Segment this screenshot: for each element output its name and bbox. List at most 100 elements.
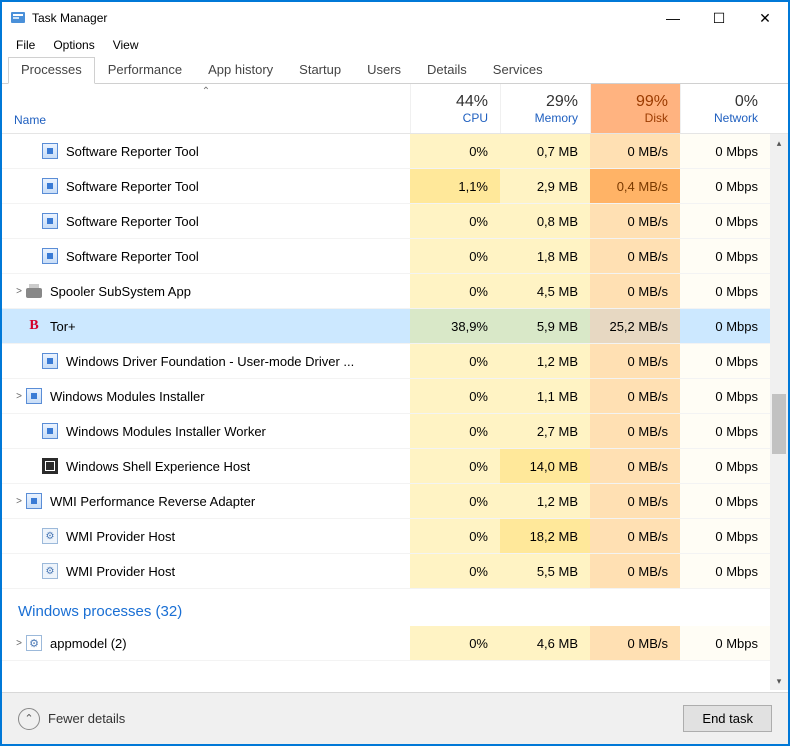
- table-row[interactable]: Windows Shell Experience Host0%14,0 MB0 …: [2, 449, 770, 484]
- table-row[interactable]: Windows Driver Foundation - User-mode Dr…: [2, 344, 770, 379]
- close-button[interactable]: ✕: [742, 2, 788, 34]
- disk-cell: 0 MB/s: [590, 554, 680, 588]
- cpu-cell: 38,9%: [410, 309, 500, 343]
- table-row[interactable]: Software Reporter Tool0%0,8 MB0 MB/s0 Mb…: [2, 204, 770, 239]
- tab-details[interactable]: Details: [414, 57, 480, 84]
- scroll-thumb[interactable]: [772, 394, 786, 454]
- name-cell: Software Reporter Tool: [2, 248, 410, 264]
- menu-options[interactable]: Options: [45, 36, 102, 54]
- name-cell: > Windows Modules Installer: [2, 388, 410, 404]
- memory-cell: 5,5 MB: [500, 554, 590, 588]
- name-cell: > WMI Performance Reverse Adapter: [2, 493, 410, 509]
- expand-icon[interactable]: >: [12, 638, 26, 649]
- tab-startup[interactable]: Startup: [286, 57, 354, 84]
- cpu-total: 44%: [415, 93, 488, 111]
- table-row[interactable]: BTor+38,9%5,9 MB25,2 MB/s0 Mbps: [2, 309, 770, 344]
- network-cell: 0 Mbps: [680, 344, 770, 378]
- network-cell: 0 Mbps: [680, 134, 770, 168]
- titlebar: Task Manager — ☐ ✕: [2, 2, 788, 34]
- process-name: WMI Performance Reverse Adapter: [50, 494, 255, 509]
- table-row[interactable]: Software Reporter Tool1,1%2,9 MB0,4 MB/s…: [2, 169, 770, 204]
- disk-cell: 0 MB/s: [590, 239, 680, 273]
- scroll-up-icon[interactable]: ▴: [770, 134, 788, 152]
- column-cpu[interactable]: 44% CPU: [410, 84, 500, 133]
- memory-cell: 4,6 MB: [500, 626, 590, 660]
- table-row[interactable]: Windows Modules Installer Worker0%2,7 MB…: [2, 414, 770, 449]
- name-cell: Windows Modules Installer Worker: [2, 423, 410, 439]
- table-row[interactable]: >Windows Modules Installer0%1,1 MB0 MB/s…: [2, 379, 770, 414]
- disk-cell: 0 MB/s: [590, 204, 680, 238]
- column-name[interactable]: ⌃ Name: [2, 84, 410, 133]
- memory-total: 29%: [505, 93, 578, 111]
- sort-indicator-icon: ⌃: [202, 86, 210, 97]
- tab-services[interactable]: Services: [480, 57, 556, 84]
- network-cell: 0 Mbps: [680, 204, 770, 238]
- table-row[interactable]: Software Reporter Tool0%0,7 MB0 MB/s0 Mb…: [2, 134, 770, 169]
- column-name-label: Name: [14, 113, 398, 127]
- expand-icon[interactable]: >: [12, 496, 26, 507]
- cpu-label: CPU: [415, 111, 488, 125]
- memory-cell: 2,9 MB: [500, 169, 590, 203]
- app-default-icon: [42, 213, 58, 229]
- group-header: Windows processes (32): [2, 589, 770, 626]
- memory-cell: 1,2 MB: [500, 484, 590, 518]
- disk-cell: 0 MB/s: [590, 484, 680, 518]
- menu-view[interactable]: View: [105, 36, 147, 54]
- tab-processes[interactable]: Processes: [8, 57, 95, 84]
- app-default-icon: [42, 423, 58, 439]
- process-name: Windows Shell Experience Host: [66, 459, 250, 474]
- tab-app-history[interactable]: App history: [195, 57, 286, 84]
- memory-label: Memory: [505, 111, 578, 125]
- menu-file[interactable]: File: [8, 36, 43, 54]
- network-cell: 0 Mbps: [680, 309, 770, 343]
- window-title: Task Manager: [32, 11, 650, 25]
- scrollbar[interactable]: ▴ ▾: [770, 134, 788, 690]
- menubar: File Options View: [2, 34, 788, 56]
- end-task-button[interactable]: End task: [683, 705, 772, 732]
- chevron-up-icon: ⌃: [18, 708, 40, 730]
- fewer-details-button[interactable]: ⌃ Fewer details: [18, 708, 683, 730]
- table-row[interactable]: >Spooler SubSystem App0%4,5 MB0 MB/s0 Mb…: [2, 274, 770, 309]
- network-cell: 0 Mbps: [680, 626, 770, 660]
- cpu-cell: 0%: [410, 379, 500, 413]
- name-cell: WMI Provider Host: [2, 563, 410, 579]
- process-name: Software Reporter Tool: [66, 214, 199, 229]
- column-disk[interactable]: 99% Disk: [590, 84, 680, 133]
- disk-cell: 0 MB/s: [590, 449, 680, 483]
- process-name: Software Reporter Tool: [66, 249, 199, 264]
- process-name: Windows Driver Foundation - User-mode Dr…: [66, 354, 354, 369]
- table-row[interactable]: Software Reporter Tool0%1,8 MB0 MB/s0 Mb…: [2, 239, 770, 274]
- app-default-icon: [42, 248, 58, 264]
- disk-cell: 0 MB/s: [590, 626, 680, 660]
- minimize-button[interactable]: —: [650, 2, 696, 34]
- process-list: Software Reporter Tool0%0,7 MB0 MB/s0 Mb…: [2, 134, 788, 690]
- network-cell: 0 Mbps: [680, 449, 770, 483]
- expand-icon[interactable]: >: [12, 286, 26, 297]
- name-cell: Software Reporter Tool: [2, 178, 410, 194]
- name-cell: Software Reporter Tool: [2, 213, 410, 229]
- column-memory[interactable]: 29% Memory: [500, 84, 590, 133]
- app-default-icon: [26, 493, 42, 509]
- process-name: Software Reporter Tool: [66, 179, 199, 194]
- table-row[interactable]: >WMI Performance Reverse Adapter0%1,2 MB…: [2, 484, 770, 519]
- tab-users[interactable]: Users: [354, 57, 414, 84]
- network-cell: 0 Mbps: [680, 519, 770, 553]
- table-row[interactable]: WMI Provider Host0%5,5 MB0 MB/s0 Mbps: [2, 554, 770, 589]
- disk-cell: 0,4 MB/s: [590, 169, 680, 203]
- column-network[interactable]: 0% Network: [680, 84, 770, 133]
- expand-icon[interactable]: >: [12, 391, 26, 402]
- network-label: Network: [685, 111, 758, 125]
- network-cell: 0 Mbps: [680, 554, 770, 588]
- memory-cell: 2,7 MB: [500, 414, 590, 448]
- tor-icon: B: [26, 318, 42, 334]
- gear-icon: ⚙: [26, 635, 42, 651]
- scroll-down-icon[interactable]: ▾: [770, 672, 788, 690]
- name-cell: >Spooler SubSystem App: [2, 283, 410, 299]
- tab-performance[interactable]: Performance: [95, 57, 195, 84]
- network-cell: 0 Mbps: [680, 484, 770, 518]
- name-cell: Windows Driver Foundation - User-mode Dr…: [2, 353, 410, 369]
- table-row[interactable]: WMI Provider Host0%18,2 MB0 MB/s0 Mbps: [2, 519, 770, 554]
- table-row[interactable]: >⚙appmodel (2)0%4,6 MB0 MB/s0 Mbps: [2, 626, 770, 661]
- process-name: Windows Modules Installer: [50, 389, 205, 404]
- maximize-button[interactable]: ☐: [696, 2, 742, 34]
